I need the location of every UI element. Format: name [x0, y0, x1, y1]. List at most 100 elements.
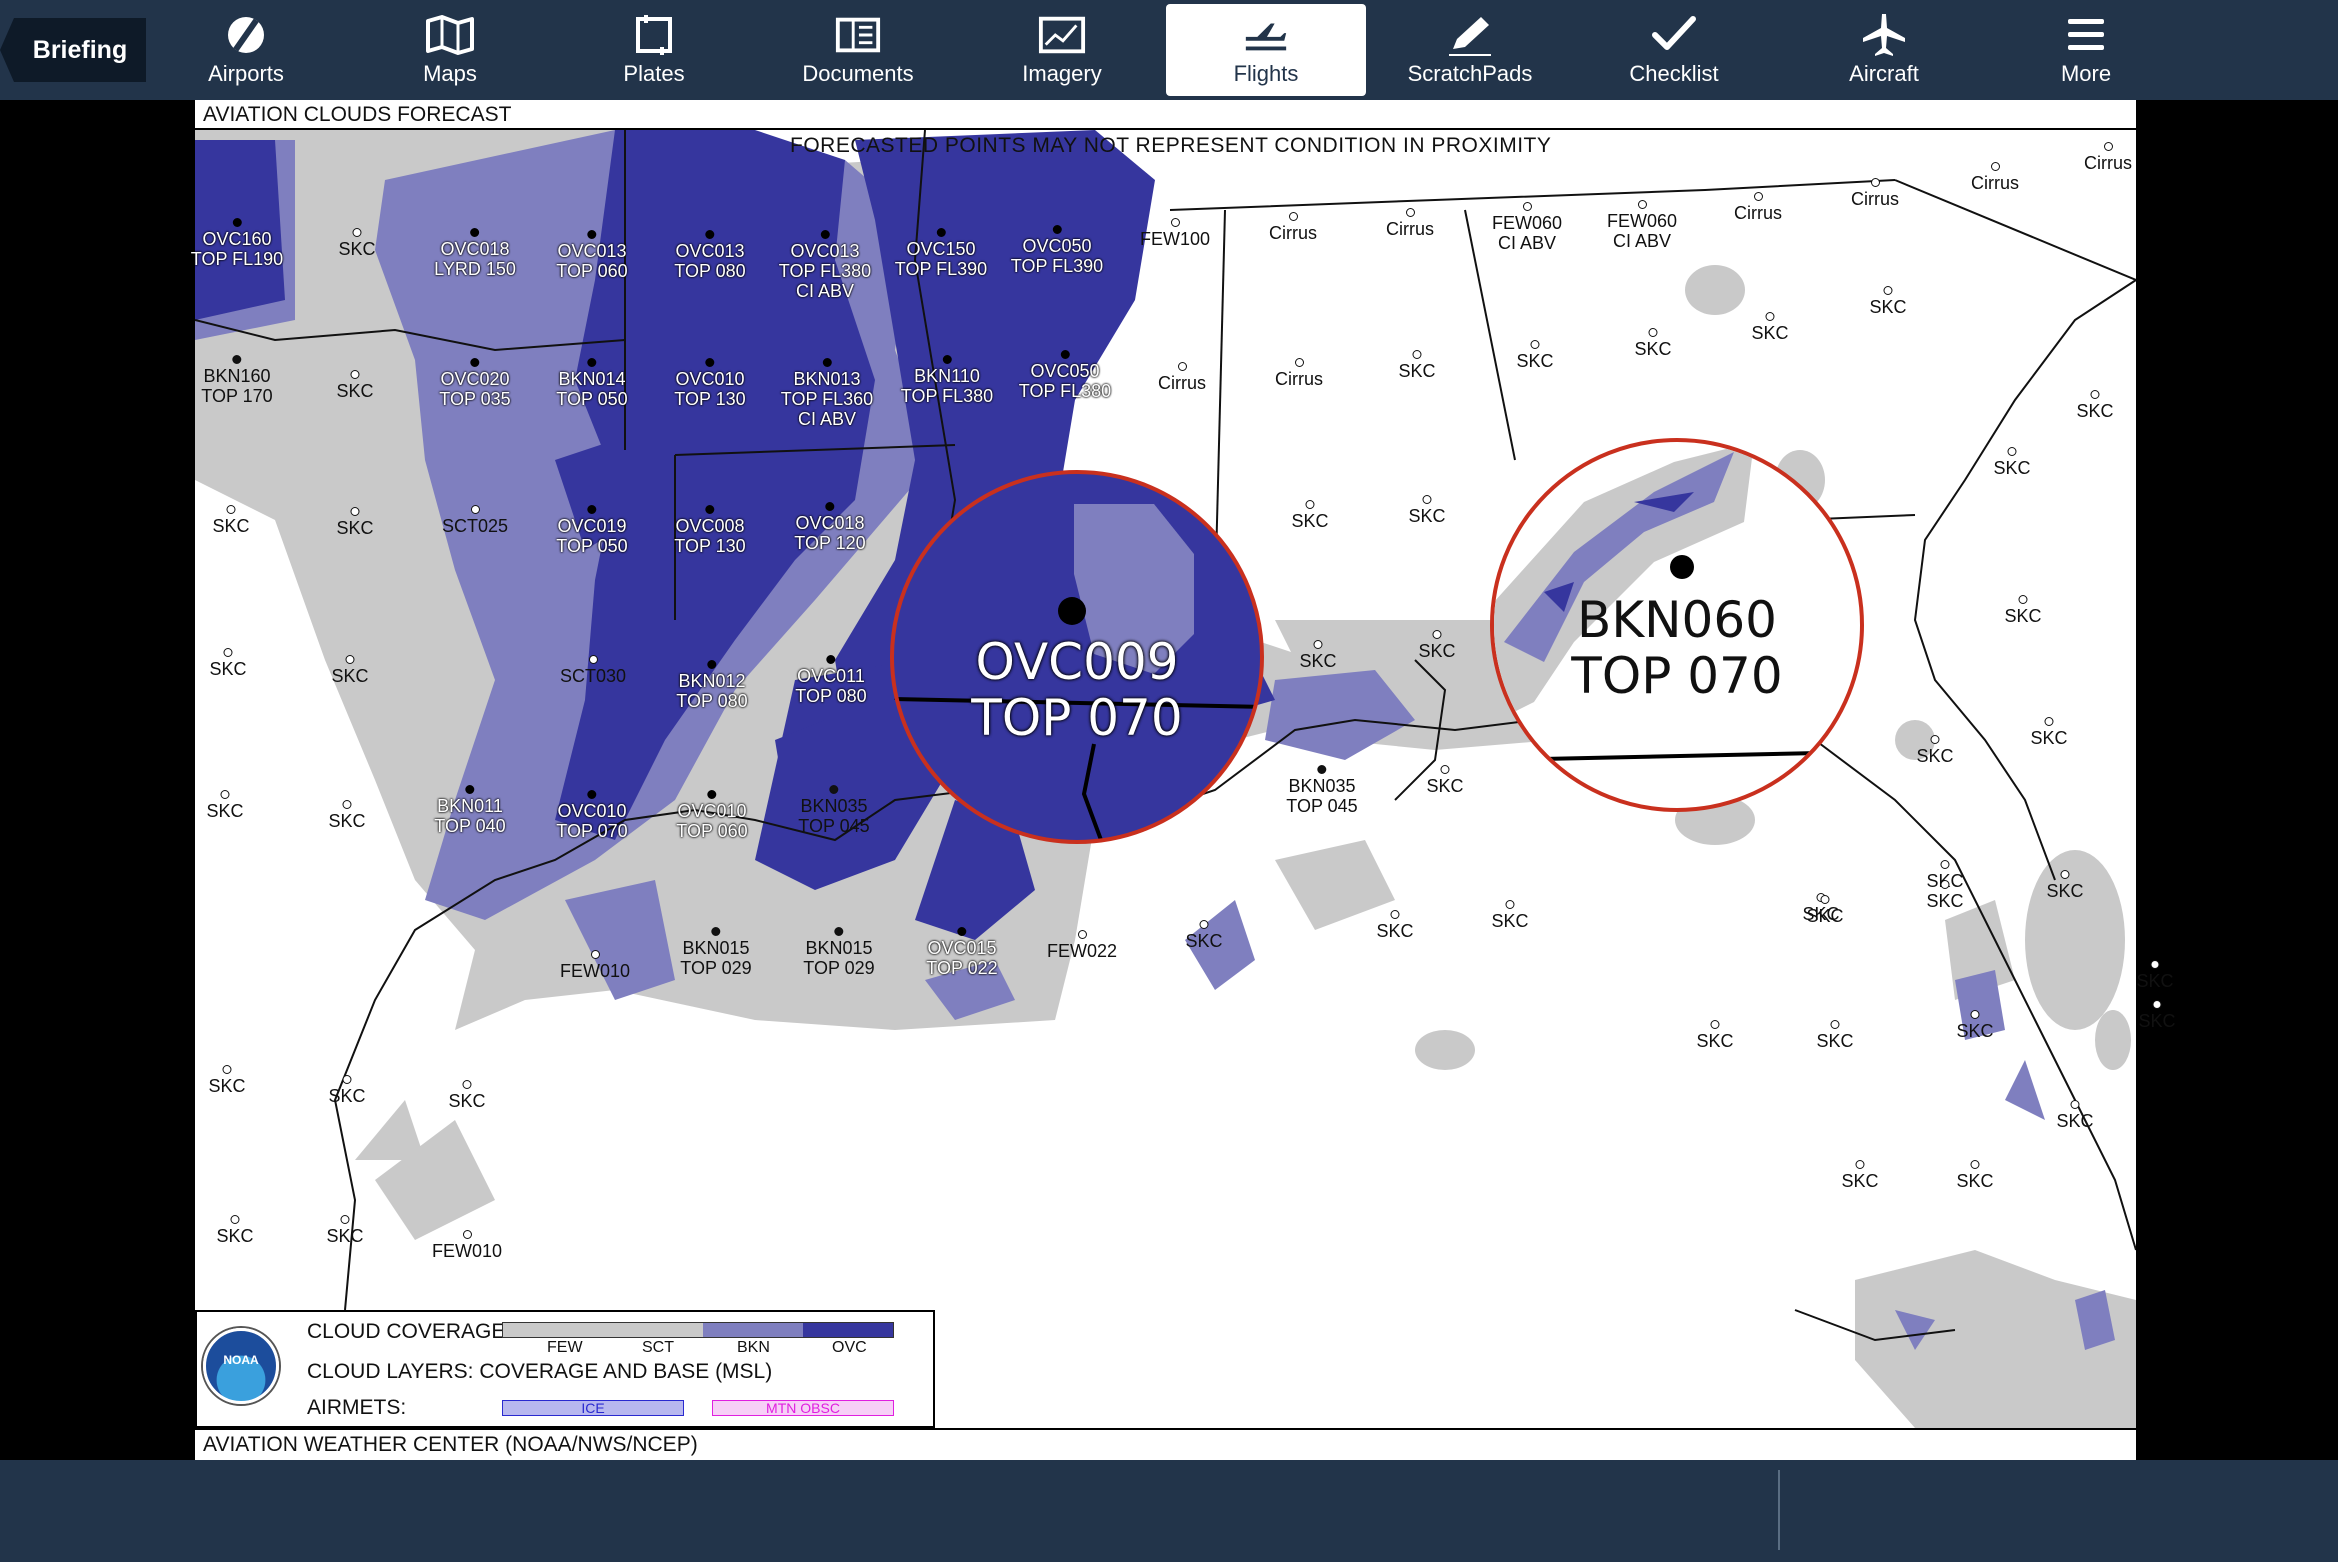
station-marker-icon [342, 1075, 352, 1084]
tab-plates[interactable]: Plates [554, 4, 754, 96]
tab-airports[interactable]: Airports [146, 4, 346, 96]
magnifier-label-2: TOP 070 [1571, 647, 1783, 705]
station-text: TOP 022 [926, 958, 998, 978]
noaa-logo: NOAA [203, 1328, 279, 1404]
magnifier-label-1: OVC009 [975, 633, 1179, 691]
station-text: TOP FL380 [778, 261, 872, 281]
station-marker-icon [1990, 162, 2000, 171]
station-text: SKC [2030, 728, 2068, 748]
station-text: OVC020 [440, 369, 510, 389]
station-text: SKC [1916, 746, 1954, 766]
station-marker-icon [1317, 765, 1327, 774]
station-marker-icon [1855, 1160, 1865, 1169]
station-label: SKC [338, 228, 376, 259]
station-label: SKC [1376, 910, 1414, 941]
station-text: OVC010 [677, 801, 747, 821]
station-label: SKC [1806, 895, 1844, 926]
station-label: SKC [216, 1215, 254, 1246]
station-label: BKN015 TOP 029 [803, 927, 875, 978]
station-text: CI ABV [1612, 231, 1672, 251]
station-label: SKC [1185, 920, 1223, 951]
station-label: SKC [1426, 765, 1464, 796]
station-text: SKC [1398, 361, 1436, 381]
station-marker-icon [226, 505, 236, 514]
station-label: SKC [206, 790, 244, 821]
station-marker-icon [587, 230, 597, 239]
station-text: Cirrus [2084, 153, 2132, 173]
station-label: SKC [1398, 350, 1436, 381]
station-text: SKC [1841, 1171, 1879, 1191]
station-marker-icon [1940, 860, 1950, 869]
station-marker-icon [1765, 312, 1775, 321]
more-icon [2062, 13, 2110, 57]
station-label: OVC050 TOP FL380 [1019, 350, 1111, 401]
tab-checklist[interactable]: Checklist [1574, 4, 1774, 96]
station-marker-icon [1440, 765, 1450, 774]
station-marker-icon [342, 800, 352, 809]
clouds-forecast-map[interactable]: AVIATION CLOUDS FORECAST FORECASTED POIN… [191, 100, 2176, 1460]
station-label: SKC [2046, 870, 2084, 901]
station-text: SKC [331, 666, 369, 686]
station-label: SKC [1516, 340, 1554, 371]
tab-scratchpads[interactable]: ScratchPads [1370, 4, 1570, 96]
station-marker-icon [1870, 178, 1880, 187]
station-text: TOP FL390 [1010, 256, 1104, 276]
station-marker-icon [1930, 735, 1940, 744]
station-label: FEW010 [560, 950, 630, 981]
station-marker-icon [587, 358, 597, 367]
station-marker-icon [936, 228, 946, 237]
legend: NOAA CLOUD COVERAGE FEW SCT BKN OVC CLOU… [195, 1310, 935, 1428]
tab-documents[interactable]: Documents [758, 4, 958, 96]
station-label: SKC [1956, 1160, 1994, 1191]
station-label: OVC011 TOP 080 [795, 655, 867, 706]
station-label: SKC [2056, 1100, 2094, 1131]
station-text: TOP 170 [201, 386, 273, 406]
station-label: OVC013 TOP 060 [556, 230, 628, 281]
station-marker-icon [826, 655, 836, 664]
station-marker-icon [1294, 358, 1304, 367]
station-text: SKC [2076, 401, 2114, 421]
station-label: SCT025 [442, 505, 508, 536]
tab-aircraft[interactable]: Aircraft [1784, 4, 1984, 96]
station-text: OVC150 [906, 239, 976, 259]
station-text: SKC [1516, 351, 1554, 371]
station-text: SKC [1956, 1021, 1994, 1041]
tab-maps[interactable]: Maps [350, 4, 550, 96]
magnifier-label-1: BKN060 [1577, 591, 1777, 649]
station-text: Cirrus [1275, 369, 1323, 389]
tab-flights[interactable]: Flights [1166, 4, 1366, 96]
station-text: SKC [1376, 921, 1414, 941]
station-text: OVC050 [1022, 236, 1092, 256]
tab-label: Checklist [1629, 61, 1719, 86]
station-marker-icon [829, 785, 839, 794]
station-text: SKC [216, 1226, 254, 1246]
station-marker-icon [2007, 447, 2017, 456]
station-label: OVC160 TOP FL190 [191, 218, 283, 269]
station-text: TOP 035 [439, 389, 511, 409]
station-marker-icon [2018, 595, 2028, 604]
station-label: SKC [1634, 328, 1672, 359]
tab-more[interactable]: More [1986, 4, 2186, 96]
briefing-back-button[interactable]: Briefing [0, 18, 146, 82]
station-marker-icon [588, 655, 598, 664]
station-marker-icon [470, 505, 480, 514]
station-marker-icon [1820, 895, 1830, 904]
tab-imagery[interactable]: Imagery [962, 4, 1162, 96]
station-marker-icon [1177, 362, 1187, 371]
station-marker-icon [2090, 390, 2100, 399]
station-text: OVC019 [557, 516, 627, 536]
station-label: Cirrus [1275, 358, 1323, 389]
station-marker-icon [222, 1065, 232, 1074]
station-text: SKC [1634, 339, 1672, 359]
station-marker-icon [705, 358, 715, 367]
station-text: SKC [2056, 1111, 2094, 1131]
station-label: BKN160 TOP 170 [201, 355, 273, 406]
tab-label: ScratchPads [1407, 61, 1533, 86]
coverage-scale [502, 1322, 894, 1338]
station-marker-icon [230, 1215, 240, 1224]
station-text: FEW100 [1139, 229, 1211, 249]
station-label: OVC018 LYRD 150 [434, 228, 516, 279]
airmet-mtn-obsc: MTN OBSC [712, 1400, 894, 1416]
tab-label: Imagery [1022, 61, 1102, 86]
station-marker-icon [1170, 218, 1180, 227]
